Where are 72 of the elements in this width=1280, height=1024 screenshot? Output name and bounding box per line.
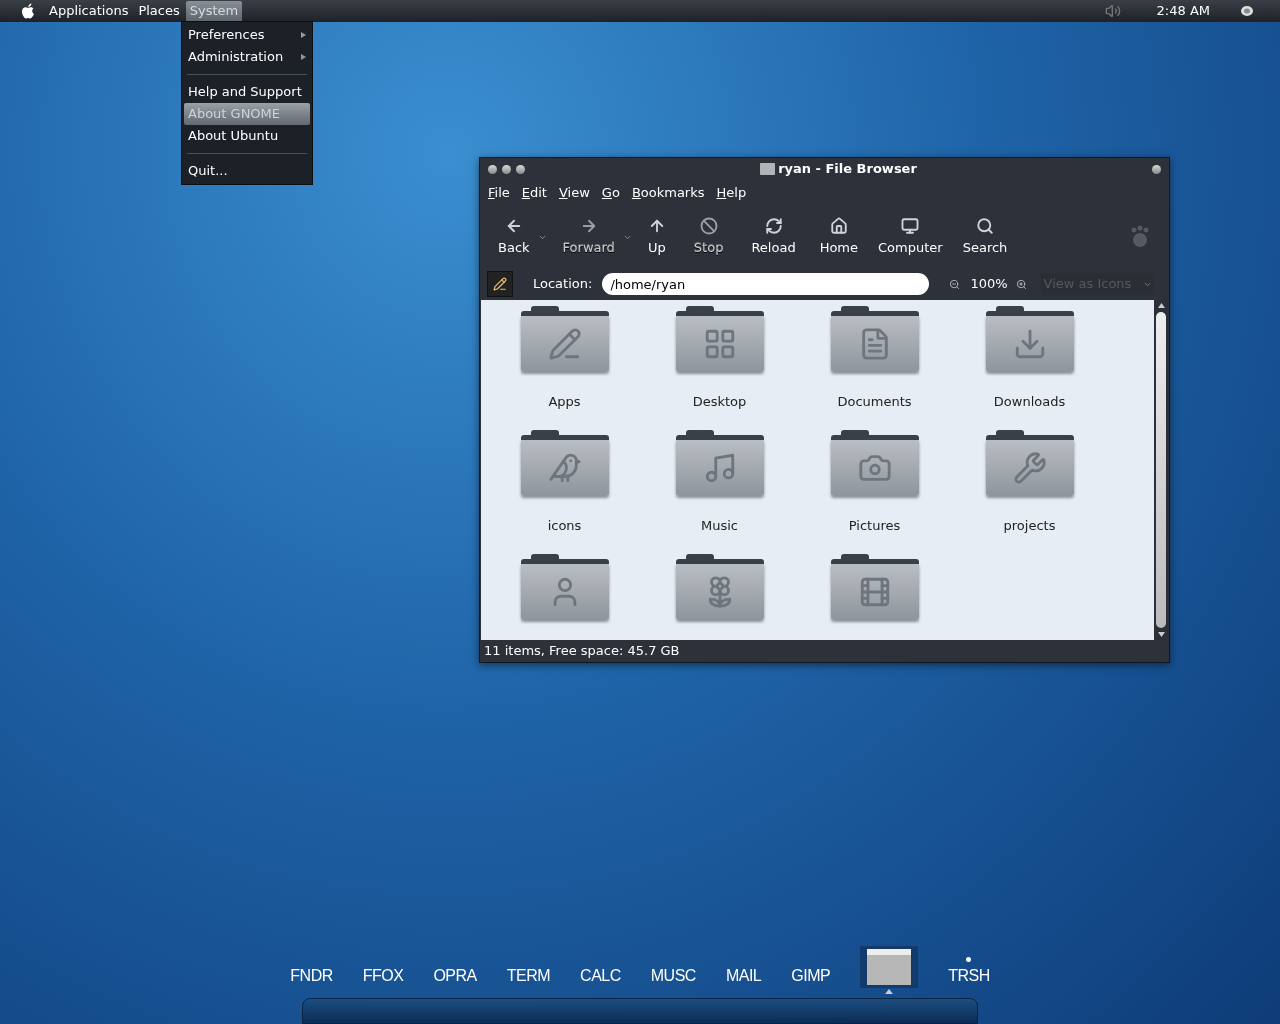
scrollbar-thumb[interactable] [1156,312,1166,628]
zoom-in-icon[interactable] [1015,278,1027,290]
folder-icon [520,306,609,372]
reload-icon [764,216,783,235]
menu-item[interactable]: Quit... [184,160,310,182]
folder-icon [520,554,609,620]
toolbar-button[interactable]: Back [494,213,534,261]
folder-icon [675,554,764,620]
edit-location-button[interactable] [487,271,513,297]
panel-menu[interactable]: Applications [45,1,133,21]
folder-icon [675,306,764,372]
zoom-level: 100% [970,275,1008,294]
toolbar-button[interactable]: Search [958,213,1012,261]
folder-icon [985,306,1074,372]
menu-bar-item[interactable]: Bookmarks [631,183,705,203]
window-thumbnail[interactable] [860,946,919,988]
folder-item[interactable]: Downloads [952,300,1107,424]
dock-item[interactable]: TRSH [948,964,990,988]
menu-bar-item[interactable]: View [558,183,590,203]
foot-logo-icon [1129,225,1151,249]
menu-item[interactable]: About Ubuntu [184,125,310,147]
folder-icon [520,430,609,496]
search-icon [976,216,994,235]
status-bar-text: 11 items, Free space: 45.7 GB [484,642,680,661]
folder-icon [675,430,764,496]
menu-bar-item[interactable]: File [488,183,510,203]
menu-item[interactable]: Help and Support [184,81,310,103]
dock-item[interactable]: MUSC [650,964,696,988]
scroll-down-arrow-icon[interactable] [1157,632,1165,637]
menu-item[interactable]: Preferences [184,24,310,46]
folder-item[interactable]: Documents [797,300,952,424]
menu-bar-item[interactable]: Go [601,183,620,203]
dock-item[interactable]: CALC [580,964,621,988]
toolbar-button[interactable]: Up [643,213,670,261]
folder-item[interactable]: icons [487,424,642,548]
dock-item[interactable]: FNDR [290,964,333,988]
clock[interactable]: 2:48 AM [1156,1,1210,21]
folder-icon [985,430,1074,496]
dock-item[interactable]: FFOX [362,964,404,988]
dock-item[interactable]: TERM [506,964,551,988]
menu-bar-item[interactable]: Help [716,183,747,203]
dock-item[interactable]: GIMP [791,964,831,988]
folder-item[interactable]: Desktop [642,300,797,424]
window-title: ryan - File Browser [778,160,917,179]
folder-item[interactable]: Pictures [797,424,952,548]
scroll-up-arrow-icon[interactable] [1157,303,1165,308]
toolbar-button[interactable]: Reload [747,213,800,261]
monitor-icon [901,216,920,235]
folder-item[interactable]: projects [952,424,1107,548]
zoom-out-icon[interactable] [949,278,961,290]
house-icon [829,216,848,235]
power-icon[interactable] [1240,5,1254,17]
menu-item[interactable]: Administration [184,46,310,68]
location-field[interactable]: /home/ryan [602,273,930,295]
folder-icon [760,163,776,175]
location-label: Location: [533,275,593,294]
dock-item[interactable]: MAIL [725,964,762,988]
apple-logo-icon[interactable] [21,3,35,19]
stop-icon [699,216,718,235]
folder-icon [830,554,919,620]
panel-menu[interactable]: Places [134,1,184,21]
dock-item[interactable]: OPRA [433,964,477,988]
folder-item[interactable]: Music [642,424,797,548]
menu-bar-item[interactable]: Edit [521,183,547,203]
volume-icon[interactable] [1104,3,1121,19]
folder-icon [830,306,919,372]
toolbar-button[interactable]: Home [815,213,863,261]
folder-item[interactable]: Apps [487,300,642,424]
pencil-icon [493,277,507,291]
toolbar-button[interactable]: Computer [874,213,947,261]
folder-icon [830,430,919,496]
window-control-button[interactable] [1152,164,1161,174]
